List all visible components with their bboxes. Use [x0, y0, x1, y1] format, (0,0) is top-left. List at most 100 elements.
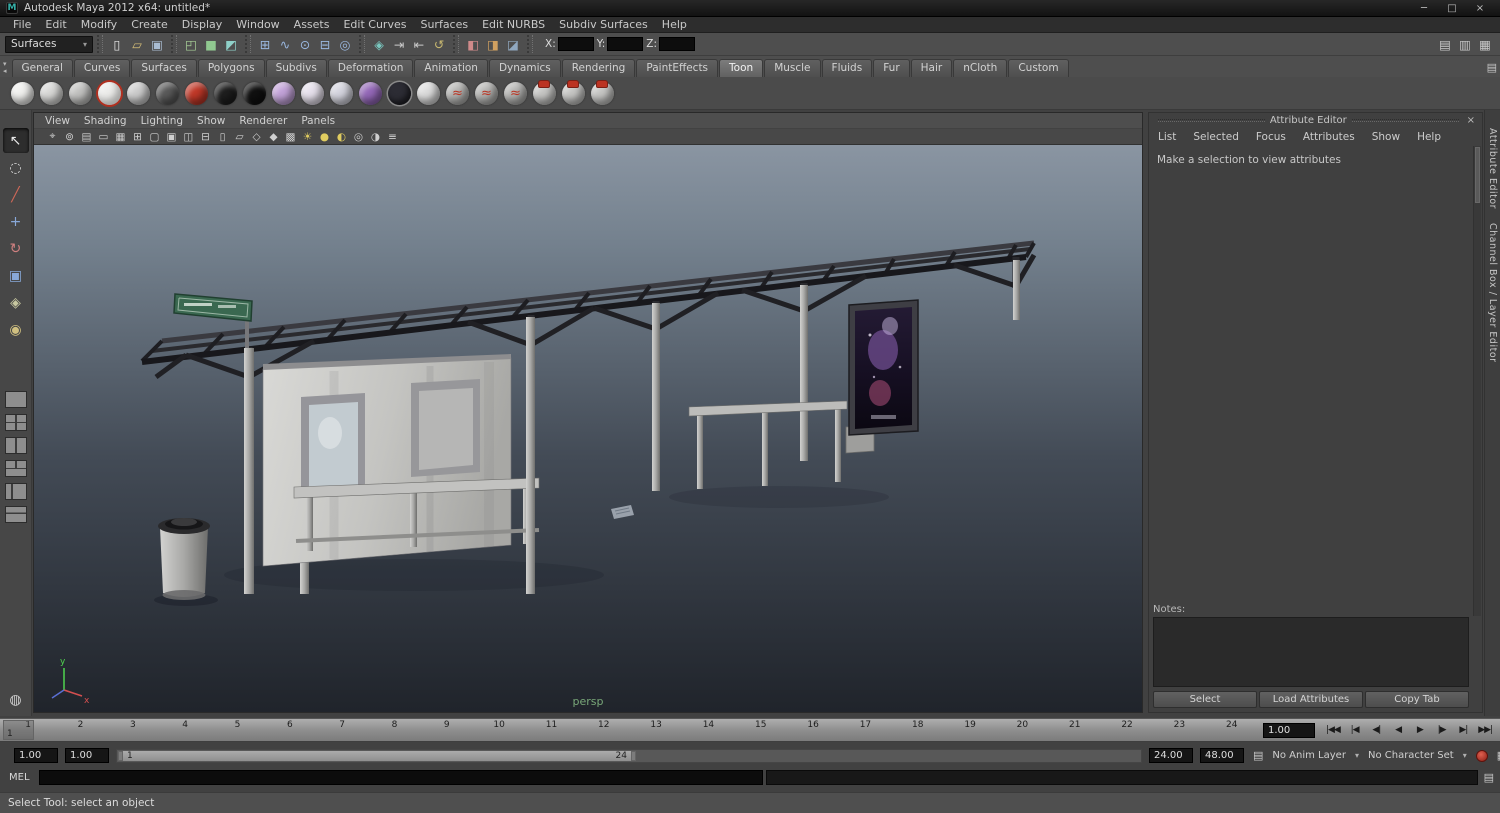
- three-pane-split-layout[interactable]: [4, 460, 27, 477]
- coord-input[interactable]: [659, 37, 696, 51]
- shelf-tab[interactable]: Curves: [73, 59, 131, 77]
- toggle-channel-box-icon[interactable]: ▦: [1475, 34, 1495, 54]
- safe-action-icon[interactable]: ▯: [214, 129, 231, 144]
- go-to-end-button[interactable]: ▶▶|: [1474, 725, 1496, 735]
- sidebar-tab-attribute-editor[interactable]: Attribute Editor: [1487, 128, 1498, 209]
- shelf-tab[interactable]: Custom: [1008, 59, 1069, 77]
- attribute-editor-menu-item[interactable]: Help: [1417, 131, 1441, 143]
- toon-fill-solid-outline[interactable]: [98, 81, 121, 105]
- shelf-item-menu-icon[interactable]: ◂: [3, 68, 7, 75]
- toon-fill-flood-white[interactable]: [11, 81, 34, 105]
- go-to-start-button[interactable]: |◀◀: [1322, 725, 1344, 735]
- chevron-down-icon[interactable]: ▾: [1461, 751, 1469, 760]
- toolbar-group-divider[interactable]: [245, 35, 251, 53]
- menu-item[interactable]: Edit: [38, 18, 73, 31]
- toon-line-offset-modifier[interactable]: [504, 81, 527, 105]
- film-gate-icon[interactable]: ▢: [146, 129, 163, 144]
- menu-item[interactable]: Surfaces: [413, 18, 475, 31]
- output-connections-icon[interactable]: ⇤: [409, 34, 429, 54]
- animation-start-field[interactable]: 1.00: [14, 748, 58, 763]
- step-forward-frame-button[interactable]: ▶|: [1453, 725, 1475, 735]
- toon-assign-outline[interactable]: [301, 81, 324, 105]
- universal-manipulator-tool[interactable]: ◈: [3, 290, 29, 315]
- time-slider[interactable]: 1 2 3 4 5 6 7 8 9 10 11 12 13 14 15 16 17 18 19 20 21 22 23 24 …: [0, 718, 1500, 742]
- current-time-field[interactable]: 1.00: [1263, 723, 1315, 738]
- shelf-tab[interactable]: Surfaces: [131, 59, 197, 77]
- safe-title-icon[interactable]: ▱: [231, 129, 248, 144]
- playback-end-field[interactable]: 24.00: [1149, 748, 1193, 763]
- attribute-editor-menu-item[interactable]: Attributes: [1303, 131, 1355, 143]
- shelf-tab[interactable]: Rendering: [561, 59, 636, 77]
- panel-drag-grip[interactable]: [1158, 119, 1265, 122]
- shelf-tab[interactable]: Subdivs: [265, 59, 327, 77]
- xray-icon[interactable]: ◑: [367, 129, 384, 144]
- menu-item[interactable]: Display: [175, 18, 230, 31]
- select-button[interactable]: Select: [1153, 691, 1257, 708]
- ipr-render-icon[interactable]: ◨: [483, 34, 503, 54]
- toon-reverse-surfaces[interactable]: [359, 81, 382, 105]
- menu-item[interactable]: Window: [229, 18, 286, 31]
- toon-fill-rim-red[interactable]: [185, 81, 208, 105]
- toon-fill-dark-profile[interactable]: [156, 81, 179, 105]
- script-editor-icon[interactable]: ▤: [1481, 771, 1497, 784]
- single-pane-layout[interactable]: [4, 391, 27, 408]
- new-scene-icon[interactable]: ▯: [107, 34, 127, 54]
- attribute-editor-scrollbar[interactable]: [1473, 146, 1481, 616]
- render-settings-icon[interactable]: ◪: [503, 34, 523, 54]
- coord-input[interactable]: [607, 37, 644, 51]
- snap-to-points-icon[interactable]: ⊙: [295, 34, 315, 54]
- move-tool[interactable]: +: [3, 209, 29, 234]
- chevron-down-icon[interactable]: ▾: [1353, 751, 1361, 760]
- toon-outline-black[interactable]: [243, 81, 266, 105]
- shelf-tab[interactable]: Hair: [910, 59, 953, 77]
- panel-menu-item[interactable]: Shading: [77, 115, 134, 127]
- auto-keyframe-toggle[interactable]: [1475, 749, 1488, 762]
- toon-paintfx-marker-3[interactable]: [591, 80, 614, 105]
- textures-icon[interactable]: ◐: [333, 129, 350, 144]
- attribute-editor-menu-item[interactable]: Show: [1372, 131, 1400, 143]
- resolution-gate-icon[interactable]: ▣: [163, 129, 180, 144]
- select-tool[interactable]: ↖: [2, 128, 29, 153]
- toon-line-opacity-modifier[interactable]: [475, 81, 498, 105]
- animation-preferences-icon[interactable]: ▦: [1495, 749, 1500, 762]
- toon-hide-outlines[interactable]: [388, 81, 411, 105]
- snap-to-grid-icon[interactable]: ⊞: [255, 34, 275, 54]
- bookmarks-icon[interactable]: ▭: [95, 129, 112, 144]
- character-set-selector[interactable]: No Character Set: [1368, 750, 1454, 761]
- panel-menu-item[interactable]: Panels: [294, 115, 342, 127]
- toon-assign-fill-shader[interactable]: [272, 81, 295, 105]
- coord-input[interactable]: [557, 37, 594, 51]
- attribute-editor-menu-item[interactable]: List: [1158, 131, 1176, 143]
- menu-item[interactable]: Edit NURBS: [475, 18, 552, 31]
- attribute-editor-menu-item[interactable]: Focus: [1256, 131, 1286, 143]
- open-scene-icon[interactable]: ▱: [127, 34, 147, 54]
- toon-line-width-modifier[interactable]: [446, 81, 469, 105]
- panel-menu-item[interactable]: Show: [190, 115, 232, 127]
- toon-paintfx-marker-1[interactable]: [533, 80, 556, 105]
- copy-tab-button[interactable]: Copy Tab: [1365, 691, 1469, 708]
- toolbar-group-divider[interactable]: [527, 35, 533, 53]
- field-chart-icon[interactable]: ⊟: [197, 129, 214, 144]
- persp-outliner-layout[interactable]: [4, 483, 27, 500]
- lock-camera-icon[interactable]: ⊚: [61, 129, 78, 144]
- select-object-icon[interactable]: ■: [201, 34, 221, 54]
- shelf-options-icon[interactable]: ▤: [1487, 61, 1497, 74]
- toolbar-group-divider[interactable]: [97, 35, 103, 53]
- shaded-icon[interactable]: ◆: [265, 129, 282, 144]
- range-handle-right-grip[interactable]: [631, 750, 636, 761]
- outliner-panel-icon[interactable]: ◍: [9, 692, 21, 708]
- isolate-select-icon[interactable]: ◎: [350, 129, 367, 144]
- shelf-tab[interactable]: Deformation: [327, 59, 414, 77]
- panel-drag-grip[interactable]: [1351, 119, 1459, 122]
- toon-outline-offset[interactable]: [214, 81, 237, 105]
- toolbar-group-divider[interactable]: [171, 35, 177, 53]
- mel-command-input[interactable]: [38, 770, 763, 785]
- textured-icon[interactable]: ▩: [282, 129, 299, 144]
- range-slider-handle[interactable]: 1 24: [118, 750, 636, 761]
- menu-item[interactable]: Create: [124, 18, 175, 31]
- two-pane-side-by-side-layout[interactable]: [4, 437, 27, 454]
- shelf-tab[interactable]: PaintEffects: [636, 59, 719, 77]
- attribute-editor-header[interactable]: Attribute Editor ×: [1149, 113, 1482, 128]
- snap-to-view-planes-icon[interactable]: ⊟: [315, 34, 335, 54]
- sidebar-tab-channel-box[interactable]: Channel Box / Layer Editor: [1487, 223, 1498, 363]
